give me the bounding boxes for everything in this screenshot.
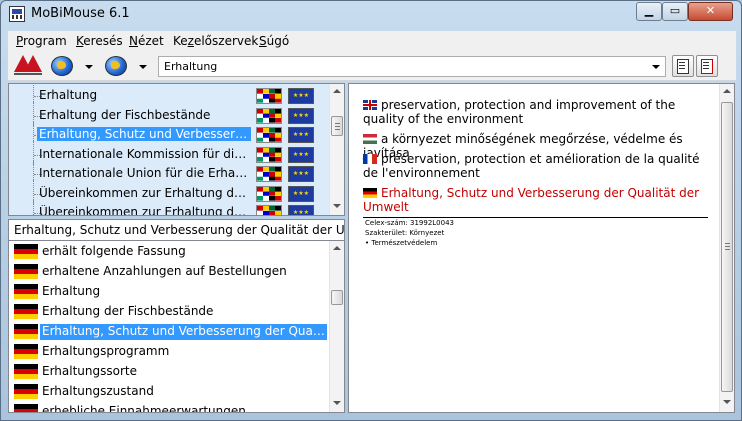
term-search-input[interactable]: Erhaltung, Schutz und Verbesserung der Q…: [8, 219, 345, 241]
close-icon: ✕: [705, 4, 716, 17]
eu-flag-icon: ★★★: [288, 205, 314, 215]
maximize-button[interactable]: ▭: [662, 2, 688, 21]
multilingual-flags-icon: [256, 166, 282, 182]
target-language-globe-icon[interactable]: [105, 56, 127, 76]
list-item[interactable]: Erhaltung der Fischbestände: [9, 301, 329, 321]
german-flag-icon: [14, 384, 38, 399]
multilingual-flags-icon: [256, 205, 282, 215]
dictionary-edit-button[interactable]: [696, 55, 718, 77]
multilingual-flags-icon: [256, 107, 282, 124]
celex-number: Celex-szám: 31992L0043: [365, 219, 454, 227]
german-flag-icon: [14, 344, 38, 359]
menu-nezet[interactable]: Nézet: [129, 34, 164, 48]
list-item[interactable]: erhebliche Einnahmeerwartungen: [9, 401, 329, 412]
scroll-thumb[interactable]: [331, 290, 343, 305]
search-combobox[interactable]: Erhaltung: [158, 56, 666, 77]
minimize-icon: ▁: [644, 4, 654, 17]
dictionary-lookup-button[interactable]: [672, 55, 694, 77]
scroll-down-icon[interactable]: [723, 400, 731, 404]
target-language-dropdown-icon[interactable]: [139, 65, 147, 69]
term-tree[interactable]: Erhaltung ★★★ Erhaltung der Fischbestände…: [8, 83, 345, 216]
menu-sugo[interactable]: Súgó: [259, 34, 289, 48]
scroll-up-icon[interactable]: [333, 246, 341, 250]
list-item[interactable]: Erhaltungssorte: [9, 361, 329, 381]
french-flag-icon: [363, 154, 377, 164]
eu-flag-icon: ★★★: [288, 88, 314, 104]
eu-flag-icon: ★★★: [288, 185, 314, 202]
menu-kezeloszervek[interactable]: Kezelőszervek: [173, 34, 258, 48]
german-flag-icon: [14, 244, 38, 259]
maximize-icon: ▭: [669, 4, 681, 17]
source-language-globe-icon[interactable]: [51, 56, 73, 76]
toolbar: Erhaltung: [8, 51, 736, 81]
tree-item[interactable]: Erhaltung ★★★: [9, 84, 329, 106]
list-item-selected[interactable]: Erhaltung, Schutz und Verbesserung der Q…: [9, 321, 329, 341]
list-item[interactable]: erhält folgende Fassung: [9, 241, 329, 261]
eu-flag-icon: ★★★: [288, 166, 314, 182]
multilingual-flags-icon: [256, 185, 282, 202]
tree-item[interactable]: Erhaltung der Fischbestände ★★★: [9, 101, 329, 126]
translation-detail-panel: preservation, protection and improvement…: [348, 83, 735, 413]
tree-item[interactable]: Internationale Union für die Erhaltu... ★…: [9, 160, 329, 184]
tree-item[interactable]: Übereinkommen zur Erhaltung der... ★★★: [9, 199, 329, 215]
detail-divider: [363, 217, 708, 218]
chevron-down-icon[interactable]: [649, 59, 663, 74]
subdomain-label: • Természetvédelem: [365, 239, 438, 247]
eu-flag-icon: ★★★: [288, 107, 314, 124]
mobimouse-logo-icon[interactable]: [14, 55, 42, 75]
tree-item[interactable]: Internationale Kommission für die ... ★★★: [9, 140, 329, 165]
tree-item-selected[interactable]: Erhaltung, Schutz und Verbesseru... ★★★: [9, 121, 329, 145]
list-item[interactable]: Erhaltung: [9, 281, 329, 301]
close-button[interactable]: ✕: [688, 2, 733, 21]
domain-label: Szakterület: Környezet: [365, 229, 445, 237]
german-flag-icon: [14, 304, 38, 319]
scroll-down-icon[interactable]: [333, 401, 341, 405]
app-window: MoBiMouse 6.1 ▁ ▭ ✕ Program Keresés Néze…: [0, 0, 742, 421]
search-combobox-value: Erhaltung: [164, 60, 218, 73]
german-flag-icon: [14, 284, 38, 299]
term-list[interactable]: erhält folgende Fassung erhaltene Anzahl…: [8, 240, 345, 413]
app-icon[interactable]: [9, 6, 25, 22]
scroll-thumb[interactable]: [721, 102, 733, 392]
hungarian-flag-icon: [363, 134, 377, 144]
multilingual-flags-icon: [256, 127, 282, 143]
term-list-scrollbar[interactable]: [329, 241, 344, 412]
list-item[interactable]: erhaltene Anzahlungen auf Bestellungen: [9, 261, 329, 281]
scroll-up-icon[interactable]: [333, 89, 341, 93]
detail-scrollbar[interactable]: [719, 84, 734, 412]
multilingual-flags-icon: [256, 88, 282, 104]
uk-flag-icon: [363, 100, 377, 110]
list-item[interactable]: Erhaltungszustand: [9, 381, 329, 401]
source-language-dropdown-icon[interactable]: [85, 65, 93, 69]
scroll-thumb[interactable]: [331, 116, 343, 136]
multilingual-flags-icon: [256, 146, 282, 163]
german-flag-icon: [14, 264, 38, 279]
menu-program[interactable]: Program: [16, 34, 67, 48]
scroll-up-icon[interactable]: [723, 89, 731, 93]
scroll-down-icon[interactable]: [333, 204, 341, 208]
german-flag-icon: [14, 324, 38, 339]
german-flag-icon: [14, 404, 38, 412]
window-title: MoBiMouse 6.1: [31, 6, 130, 21]
translation-en: preservation, protection and improvement…: [363, 98, 676, 126]
german-flag-icon: [363, 188, 377, 198]
eu-flag-icon: ★★★: [288, 127, 314, 143]
term-tree-body: Erhaltung ★★★ Erhaltung der Fischbestände…: [9, 84, 329, 215]
title-bar[interactable]: MoBiMouse 6.1 ▁ ▭ ✕: [1, 1, 741, 29]
translation-de: Erhaltung, Schutz und Verbesserung der Q…: [363, 186, 700, 214]
minimize-button[interactable]: ▁: [636, 2, 662, 21]
tree-item[interactable]: Übereinkommen zur Erhaltung der... ★★★: [9, 179, 329, 204]
menu-kereses[interactable]: Keresés: [76, 34, 123, 48]
term-tree-scrollbar[interactable]: [329, 84, 344, 215]
german-flag-icon: [14, 364, 38, 379]
eu-flag-icon: ★★★: [288, 146, 314, 163]
menu-bar: Program Keresés Nézet Kezelőszervek Súgó: [8, 31, 736, 51]
list-item[interactable]: Erhaltungsprogramm: [9, 341, 329, 361]
translation-fr: préservation, protection et amélioration…: [363, 152, 700, 180]
